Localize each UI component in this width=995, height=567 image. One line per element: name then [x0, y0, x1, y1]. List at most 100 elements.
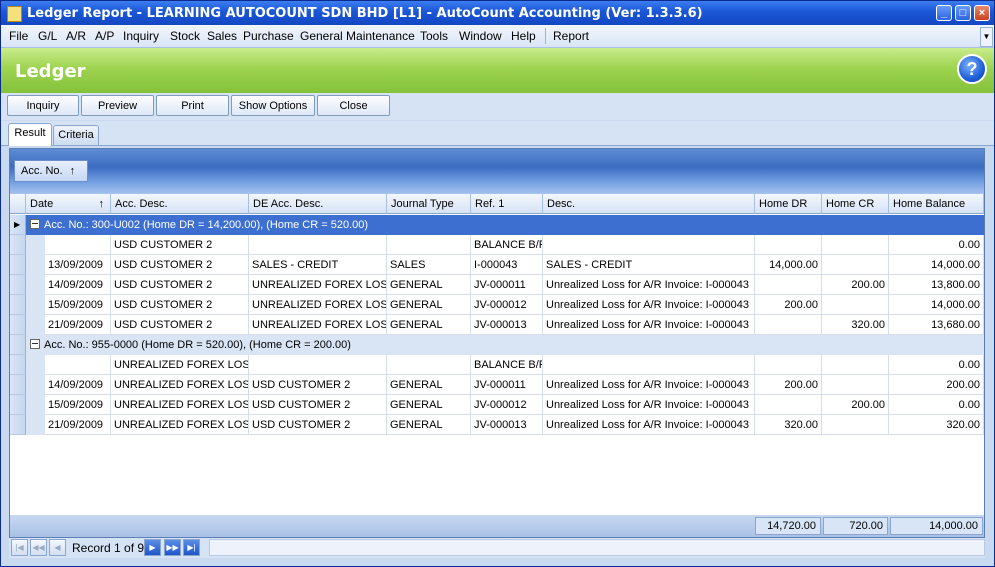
close-button[interactable]: Close — [317, 95, 390, 116]
row-selector[interactable] — [10, 355, 26, 375]
row-selector[interactable] — [10, 395, 26, 415]
cell-de-acc-desc[interactable]: USD CUSTOMER 2 — [249, 415, 387, 435]
cell-de-acc-desc[interactable]: USD CUSTOMER 2 — [249, 375, 387, 395]
cell-desc[interactable] — [543, 355, 755, 375]
cell-home-cr[interactable]: 200.00 — [822, 275, 889, 295]
menu-stock[interactable]: Stock — [170, 29, 200, 43]
cell-ref1[interactable]: JV-000013 — [471, 315, 543, 335]
cell-de-acc-desc[interactable]: UNREALIZED FOREX LOSS — [249, 315, 387, 335]
column-header-date[interactable]: Date ↑ — [26, 194, 111, 214]
preview-button[interactable]: Preview — [81, 95, 154, 116]
cell-home-cr[interactable]: 200.00 — [822, 395, 889, 415]
close-window-button[interactable]: × — [974, 5, 990, 21]
tab-result[interactable]: Result — [8, 123, 52, 146]
cell-ref1[interactable]: BALANCE B/F — [471, 235, 543, 255]
cell-date[interactable]: 14/09/2009 — [45, 275, 111, 295]
column-header-desc[interactable]: Desc. — [543, 194, 755, 214]
cell-journal-type[interactable] — [387, 235, 471, 255]
cell-journal-type[interactable]: GENERAL — [387, 295, 471, 315]
column-header-de-acc-desc[interactable]: DE Acc. Desc. — [249, 194, 387, 214]
cell-de-acc-desc[interactable]: UNREALIZED FOREX LOSS — [249, 295, 387, 315]
column-header-journal-type[interactable]: Journal Type — [387, 194, 471, 214]
cell-date[interactable] — [45, 235, 111, 255]
first-record-button[interactable]: |◀ — [11, 539, 28, 556]
cell-home-cr[interactable] — [822, 415, 889, 435]
cell-home-dr[interactable]: 200.00 — [755, 375, 822, 395]
last-record-button[interactable]: ▶| — [183, 539, 200, 556]
group-row[interactable]: Acc. No.: 955-0000 (Home DR = 520.00), (… — [26, 335, 984, 355]
cell-date[interactable]: 14/09/2009 — [45, 375, 111, 395]
menu-file[interactable]: File — [9, 29, 28, 43]
prev-page-button[interactable]: ◀◀ — [30, 539, 47, 556]
cell-home-dr[interactable] — [755, 355, 822, 375]
cell-journal-type[interactable] — [387, 355, 471, 375]
tab-criteria[interactable]: Criteria — [53, 125, 99, 145]
row-selector[interactable] — [10, 295, 26, 315]
inquiry-button[interactable]: Inquiry — [7, 95, 79, 116]
menu-window[interactable]: Window — [459, 29, 502, 43]
maximize-button[interactable]: □ — [955, 5, 971, 21]
cell-home-cr[interactable] — [822, 375, 889, 395]
row-selector[interactable]: ▶ — [10, 215, 26, 235]
menu-help[interactable]: Help — [511, 29, 536, 43]
help-icon[interactable]: ? — [957, 54, 987, 84]
cell-ref1[interactable]: JV-000012 — [471, 395, 543, 415]
cell-acc-desc[interactable]: UNREALIZED FOREX LOSS — [111, 355, 249, 375]
cell-home-balance[interactable]: 0.00 — [889, 235, 984, 255]
row-selector[interactable] — [10, 375, 26, 395]
cell-ref1[interactable]: JV-000011 — [471, 275, 543, 295]
prev-record-button[interactable]: ◀ — [49, 539, 66, 556]
cell-home-balance[interactable]: 200.00 — [889, 375, 984, 395]
collapse-icon[interactable] — [30, 339, 40, 349]
cell-journal-type[interactable]: GENERAL — [387, 315, 471, 335]
cell-date[interactable]: 21/09/2009 — [45, 315, 111, 335]
menu-ar[interactable]: A/R — [66, 29, 86, 43]
row-selector[interactable] — [10, 235, 26, 255]
cell-home-dr[interactable]: 14,000.00 — [755, 255, 822, 275]
cell-ref1[interactable]: JV-000012 — [471, 295, 543, 315]
group-chip-acc-no[interactable]: Acc. No. ↑ — [14, 160, 88, 182]
column-header-home-dr[interactable]: Home DR — [755, 194, 822, 214]
row-selector[interactable] — [10, 275, 26, 295]
cell-acc-desc[interactable]: UNREALIZED FOREX LOSS — [111, 395, 249, 415]
cell-acc-desc[interactable]: UNREALIZED FOREX LOSS — [111, 375, 249, 395]
cell-acc-desc[interactable]: USD CUSTOMER 2 — [111, 275, 249, 295]
cell-acc-desc[interactable]: USD CUSTOMER 2 — [111, 255, 249, 275]
column-header-ref1[interactable]: Ref. 1 — [471, 194, 543, 214]
cell-journal-type[interactable]: GENERAL — [387, 395, 471, 415]
cell-desc[interactable]: SALES - CREDIT — [543, 255, 755, 275]
menu-ap[interactable]: A/P — [95, 29, 114, 43]
cell-acc-desc[interactable]: USD CUSTOMER 2 — [111, 295, 249, 315]
cell-home-balance[interactable]: 14,000.00 — [889, 255, 984, 275]
column-header-acc-desc[interactable]: Acc. Desc. — [111, 194, 249, 214]
menu-sales[interactable]: Sales — [207, 29, 237, 43]
next-page-button[interactable]: ▶▶ — [164, 539, 181, 556]
cell-home-cr[interactable] — [822, 255, 889, 275]
cell-journal-type[interactable]: GENERAL — [387, 275, 471, 295]
cell-home-dr[interactable] — [755, 395, 822, 415]
column-header-home-cr[interactable]: Home CR — [822, 194, 889, 214]
collapse-icon[interactable] — [30, 219, 40, 229]
cell-home-balance[interactable]: 0.00 — [889, 395, 984, 415]
cell-desc[interactable]: Unrealized Loss for A/R Invoice: I-00004… — [543, 295, 755, 315]
cell-de-acc-desc[interactable]: USD CUSTOMER 2 — [249, 395, 387, 415]
cell-date[interactable]: 15/09/2009 — [45, 295, 111, 315]
menu-inquiry[interactable]: Inquiry — [123, 29, 159, 43]
menu-gl[interactable]: G/L — [38, 29, 57, 43]
cell-acc-desc[interactable]: USD CUSTOMER 2 — [111, 235, 249, 255]
show-options-button[interactable]: Show Options — [231, 95, 315, 116]
cell-home-balance[interactable]: 0.00 — [889, 355, 984, 375]
cell-date[interactable] — [45, 355, 111, 375]
cell-home-cr[interactable] — [822, 235, 889, 255]
cell-de-acc-desc[interactable]: UNREALIZED FOREX LOSS — [249, 275, 387, 295]
menu-purchase[interactable]: Purchase — [243, 29, 294, 43]
cell-desc[interactable]: Unrealized Loss for A/R Invoice: I-00004… — [543, 315, 755, 335]
cell-home-cr[interactable]: 320.00 — [822, 315, 889, 335]
cell-acc-desc[interactable]: UNREALIZED FOREX LOSS — [111, 415, 249, 435]
group-row[interactable]: Acc. No.: 300-U002 (Home DR = 14,200.00)… — [26, 215, 984, 235]
cell-home-balance[interactable]: 320.00 — [889, 415, 984, 435]
cell-home-dr[interactable]: 200.00 — [755, 295, 822, 315]
row-selector[interactable] — [10, 415, 26, 435]
cell-journal-type[interactable]: GENERAL — [387, 375, 471, 395]
cell-date[interactable]: 21/09/2009 — [45, 415, 111, 435]
